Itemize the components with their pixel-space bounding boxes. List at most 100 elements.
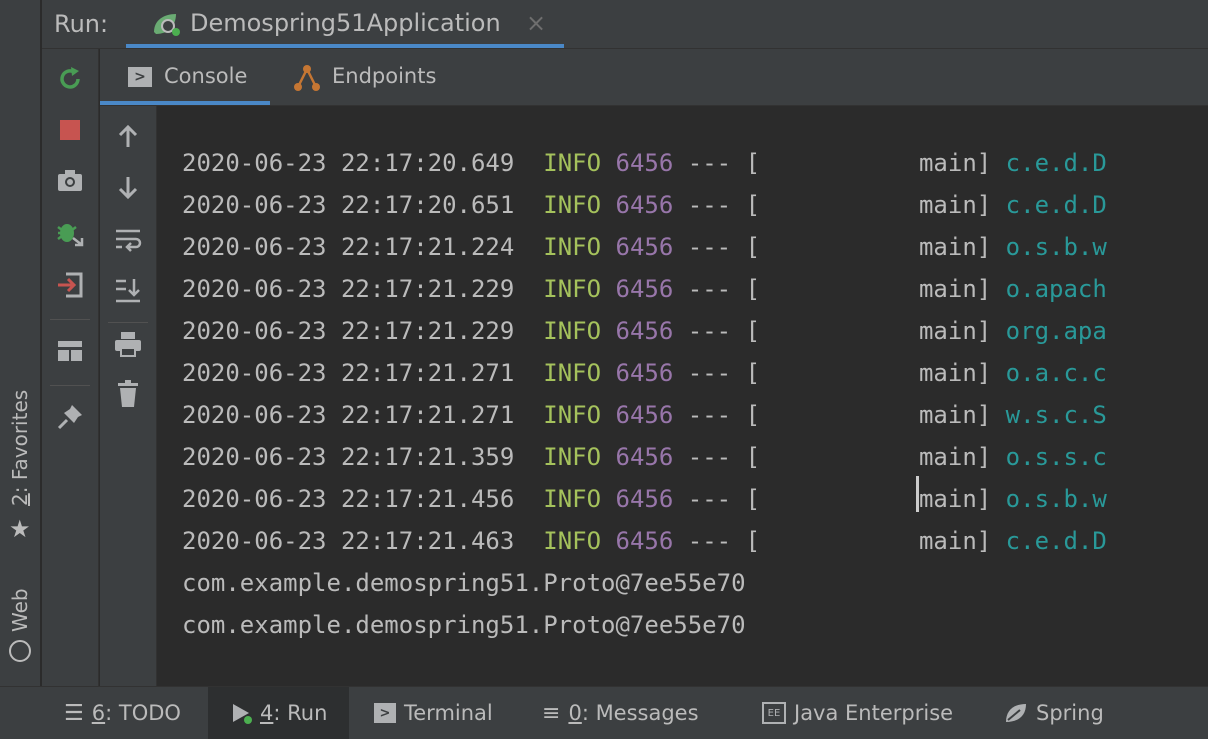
log-line: 2020-06-23 22:17:21.271 INFO 6456 --- [ … — [182, 394, 1107, 436]
log-level: INFO — [543, 275, 602, 303]
todo-number: 6 — [91, 701, 106, 725]
spring-label: Spring — [1036, 701, 1104, 725]
log-bracket: [ — [745, 233, 761, 261]
favorites-label: : Favorites — [8, 389, 32, 494]
print-icon[interactable] — [112, 328, 144, 360]
toolbar-separator — [108, 322, 148, 323]
log-bracket: [ — [745, 191, 761, 219]
todo-tool-button[interactable]: ☰ 6: TODO — [52, 687, 193, 739]
debug-bug-icon[interactable] — [54, 217, 86, 249]
log-pid: 6456 — [615, 191, 674, 219]
console-output[interactable]: 2020-06-23 22:17:20.649 INFO 6456 --- [ … — [158, 106, 1208, 686]
log-separator: --- — [687, 149, 732, 177]
active-tab-indicator — [126, 44, 564, 48]
log-bracket: [ — [745, 359, 761, 387]
log-logger: o.s.s.c — [1005, 443, 1107, 471]
log-logger: c.e.d.D — [1005, 527, 1107, 555]
stop-icon[interactable] — [54, 114, 86, 146]
scroll-to-end-icon[interactable] — [112, 274, 144, 306]
log-pid: 6456 — [615, 275, 674, 303]
log-thread: main] — [918, 317, 992, 345]
messages-icon: ≡ — [542, 700, 561, 726]
log-logger: c.e.d.D — [1005, 149, 1107, 177]
log-logger: o.apach — [1005, 275, 1107, 303]
log-timestamp: 2020-06-23 22:17:21.463 — [182, 527, 515, 555]
favorites-tool-window-button[interactable]: ★ 2: Favorites — [0, 380, 40, 550]
run-config-tab[interactable]: Demospring51Application × — [126, 0, 564, 48]
endpoints-icon — [292, 63, 322, 93]
log-timestamp: 2020-06-23 22:17:21.224 — [182, 233, 515, 261]
log-logger: c.e.d.D — [1005, 191, 1107, 219]
log-line: 2020-06-23 22:17:21.456 INFO 6456 --- [ … — [182, 478, 1107, 520]
log-line: 2020-06-23 22:17:21.463 INFO 6456 --- [ … — [182, 520, 1107, 562]
log-pid: 6456 — [615, 359, 674, 387]
terminal-tool-button[interactable]: > Terminal — [362, 687, 505, 739]
java-enterprise-label: Java Enterprise — [794, 701, 954, 725]
terminal-label: Terminal — [404, 701, 493, 725]
log-bracket: [ — [745, 443, 761, 471]
log-logger: o.a.c.c — [1005, 359, 1107, 387]
bottom-tool-window-bar: ☰ 6: TODO 4: Run > Terminal ≡ 0: Message… — [0, 686, 1208, 739]
run-tool-window-header: Run: Demospring51Application × — [42, 0, 1208, 49]
log-thread: main] — [918, 485, 992, 513]
log-level: INFO — [543, 359, 602, 387]
tab-console[interactable]: > Console — [100, 49, 270, 105]
camera-icon[interactable] — [54, 165, 86, 197]
log-line: 2020-06-23 22:17:21.271 INFO 6456 --- [ … — [182, 352, 1107, 394]
log-bracket: [ — [745, 149, 761, 177]
web-tool-window-button[interactable]: Web — [0, 580, 40, 670]
run-actions-toolbar — [42, 49, 99, 686]
log-pid: 6456 — [615, 149, 674, 177]
toolbar-separator — [50, 385, 90, 386]
log-pid: 6456 — [615, 401, 674, 429]
soft-wrap-icon[interactable] — [112, 224, 144, 256]
todo-label: : TODO — [105, 701, 181, 725]
exit-icon[interactable] — [54, 269, 86, 301]
pin-icon[interactable] — [54, 401, 86, 433]
close-tab-icon[interactable]: × — [526, 9, 546, 37]
log-timestamp: 2020-06-23 22:17:21.359 — [182, 443, 515, 471]
log-level: INFO — [543, 401, 602, 429]
log-timestamp: 2020-06-23 22:17:21.271 — [182, 401, 515, 429]
tab-endpoints[interactable]: Endpoints — [290, 49, 450, 105]
log-logger: o.s.b.w — [1005, 233, 1107, 261]
trash-icon[interactable] — [112, 378, 144, 410]
log-separator: --- — [687, 527, 732, 555]
console-subtabs: > Console Endpoints — [100, 49, 1208, 106]
log-separator: --- — [687, 191, 732, 219]
log-separator: --- — [687, 317, 732, 345]
log-line: 2020-06-23 22:17:20.651 INFO 6456 --- [ … — [182, 184, 1107, 226]
log-thread: main] — [918, 527, 992, 555]
messages-label: : Messages — [581, 701, 699, 725]
log-level: INFO — [543, 485, 602, 513]
log-thread: main] — [918, 275, 992, 303]
log-level: INFO — [543, 191, 602, 219]
log-timestamp: 2020-06-23 22:17:21.229 — [182, 275, 515, 303]
arrow-down-icon[interactable] — [112, 172, 144, 204]
log-separator: --- — [687, 359, 732, 387]
log-separator: --- — [687, 485, 732, 513]
java-enterprise-tool-button[interactable]: EE Java Enterprise — [750, 687, 965, 739]
text-cursor — [916, 476, 919, 512]
log-bracket: [ — [745, 275, 761, 303]
log-pid: 6456 — [615, 443, 674, 471]
layout-icon[interactable] — [54, 335, 86, 367]
rerun-icon[interactable] — [54, 63, 86, 95]
log-bracket: [ — [745, 401, 761, 429]
log-logger: org.apa — [1005, 317, 1107, 345]
messages-tool-button[interactable]: ≡ 0: Messages — [530, 687, 711, 739]
spring-tool-button[interactable]: Spring — [992, 687, 1116, 739]
globe-icon — [9, 640, 31, 662]
log-line: 2020-06-23 22:17:21.229 INFO 6456 --- [ … — [182, 268, 1107, 310]
run-label: Run: — [54, 10, 109, 38]
log-thread: main] — [918, 191, 992, 219]
log-bracket: [ — [745, 317, 761, 345]
active-subtab-indicator — [100, 101, 270, 105]
run-play-icon — [230, 702, 252, 724]
run-tool-button[interactable]: 4: Run — [208, 687, 350, 739]
run-label-bottom: : Run — [273, 701, 328, 725]
arrow-up-icon[interactable] — [112, 120, 144, 152]
log-pid: 6456 — [615, 527, 674, 555]
log-line: 2020-06-23 22:17:21.229 INFO 6456 --- [ … — [182, 310, 1107, 352]
java-enterprise-icon: EE — [762, 702, 786, 724]
